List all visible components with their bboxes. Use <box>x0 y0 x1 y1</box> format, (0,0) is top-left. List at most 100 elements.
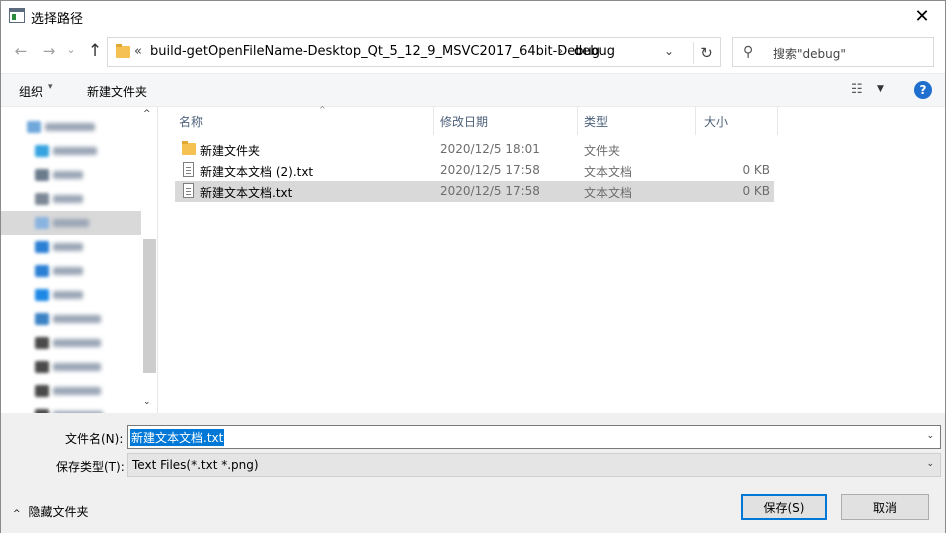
chevron-down-icon[interactable]: ⌄ <box>926 431 934 441</box>
sidebar-item[interactable] <box>1 355 141 379</box>
refresh-button[interactable]: ↻ <box>693 42 719 64</box>
column-header-type[interactable]: 类型 <box>584 107 696 135</box>
command-bar: 组织 ▾ 新建文件夹 ☷ ▼ ? <box>1 73 945 107</box>
close-icon: ✕ <box>914 5 930 27</box>
search-icon: ⚲ <box>743 44 754 60</box>
help-icon: ? <box>919 83 927 97</box>
file-row[interactable]: 新建文本文档 (2).txt 2020/12/5 17:58 文本文档 0 KB <box>175 160 774 181</box>
file-date: 2020/12/5 17:58 <box>440 163 540 177</box>
column-header-date[interactable]: 修改日期 <box>440 107 578 135</box>
sidebar-item[interactable] <box>1 379 141 403</box>
column-header-name[interactable]: ^ 名称 <box>179 105 434 135</box>
sort-ascending-icon: ^ <box>319 105 326 114</box>
chevron-down-icon: ⌄ <box>926 459 934 469</box>
chevron-right-icon[interactable]: › <box>558 44 563 59</box>
sidebar-item-label <box>53 171 83 179</box>
bottom-panel: 文件名(N): 新建文本文档.txt ⌄ 保存类型(T): Text Files… <box>1 413 945 533</box>
column-header-size[interactable]: 大小 <box>704 107 778 135</box>
filetype-select[interactable]: Text Files(*.txt *.png) ⌄ <box>127 453 941 477</box>
sidebar-item-label <box>53 219 89 227</box>
navigation-pane: ^ ⌄ <box>1 107 158 413</box>
filetype-value: Text Files(*.txt *.png) <box>132 458 259 472</box>
close-button[interactable]: ✕ <box>899 1 945 31</box>
title-bar: 选择路径 ✕ <box>1 1 945 31</box>
scroll-up-icon[interactable]: ^ <box>143 109 151 119</box>
sidebar-item-icon <box>35 145 49 157</box>
sidebar-item-icon <box>35 289 49 301</box>
organize-menu[interactable]: 组织 <box>19 83 43 100</box>
up-button[interactable]: ↑ <box>85 41 105 61</box>
hide-folders-toggle[interactable]: ^ 隐藏文件夹 <box>13 503 89 520</box>
sidebar-item-icon <box>35 169 49 181</box>
filename-label: 文件名(N): <box>65 432 124 446</box>
sidebar-item-icon <box>35 313 49 325</box>
sidebar-item[interactable] <box>1 331 141 355</box>
sidebar-item-label <box>53 267 83 275</box>
chevron-down-icon[interactable]: ▼ <box>877 84 884 94</box>
file-row[interactable]: 新建文件夹 2020/12/5 18:01 文件夹 <box>175 139 774 160</box>
file-date: 2020/12/5 17:58 <box>440 184 540 198</box>
file-name: 新建文件夹 <box>200 144 261 158</box>
folder-icon <box>116 44 130 58</box>
chevron-down-icon: ▾ <box>48 82 53 92</box>
view-options-icon[interactable]: ☷ <box>851 82 863 97</box>
file-size: 0 KB <box>742 184 770 198</box>
recent-locations-button[interactable]: ⌄ <box>61 39 81 59</box>
sidebar-item[interactable] <box>1 235 141 259</box>
sidebar-item-icon <box>35 241 49 253</box>
file-type: 文本文档 <box>584 165 633 179</box>
address-bar[interactable]: « build-getOpenFileName-Desktop_Qt_5_12_… <box>107 37 721 67</box>
forward-button[interactable]: → <box>39 41 59 61</box>
sidebar-item[interactable] <box>1 139 141 163</box>
cancel-button[interactable]: 取消 <box>841 494 929 520</box>
file-list: ^ 名称 修改日期 类型 大小 新建文件夹 2020/12/5 18:01 文件… <box>159 105 945 413</box>
search-placeholder: 搜索"debug" <box>773 47 846 61</box>
sidebar-item-icon <box>35 385 49 397</box>
search-input[interactable]: ⚲ 搜索"debug" <box>732 37 934 67</box>
breadcrumb-item[interactable]: build-getOpenFileName-Desktop_Qt_5_12_9_… <box>150 44 600 59</box>
scrollbar-thumb[interactable] <box>143 239 156 373</box>
new-folder-button[interactable]: 新建文件夹 <box>87 83 147 100</box>
sidebar-item-label <box>53 147 97 155</box>
chevron-down-icon[interactable]: ⌄ <box>664 44 674 58</box>
sidebar-item[interactable] <box>1 307 141 331</box>
text-file-icon <box>183 183 194 198</box>
sidebar-item-label <box>53 243 83 251</box>
breadcrumb-overflow-icon[interactable]: « <box>134 44 142 59</box>
sidebar-item[interactable] <box>1 259 141 283</box>
arrow-up-icon: ↑ <box>87 41 103 61</box>
back-button[interactable]: ← <box>11 41 31 61</box>
sidebar-item-label <box>53 387 101 395</box>
sidebar-item[interactable] <box>1 211 141 235</box>
sidebar-item[interactable] <box>1 115 141 139</box>
scroll-down-icon[interactable]: ⌄ <box>143 397 151 407</box>
file-row-selected[interactable]: 新建文本文档.txt 2020/12/5 17:58 文本文档 0 KB <box>175 181 774 202</box>
sidebar-item-icon <box>35 361 49 373</box>
chevron-down-icon: ⌄ <box>66 42 76 56</box>
filetype-label: 保存类型(T): <box>56 460 125 474</box>
save-button[interactable]: 保存(S) <box>741 494 827 520</box>
help-button[interactable]: ? <box>914 81 932 99</box>
refresh-icon: ↻ <box>700 44 713 62</box>
navigation-bar: ← → ⌄ ↑ « build-getOpenFileName-Desktop_… <box>1 31 945 73</box>
folder-icon <box>182 141 196 155</box>
column-label: 类型 <box>584 114 609 129</box>
sidebar-item[interactable] <box>1 187 141 211</box>
sidebar-item[interactable] <box>1 403 141 413</box>
file-date: 2020/12/5 18:01 <box>440 142 540 156</box>
sidebar-item-label <box>53 315 101 323</box>
chevron-up-icon: ^ <box>13 509 21 519</box>
file-type: 文本文档 <box>584 186 633 200</box>
column-label: 修改日期 <box>440 114 489 129</box>
sidebar-item-icon <box>35 217 49 229</box>
app-window-icon <box>9 8 25 23</box>
sidebar-item-icon <box>27 121 41 133</box>
column-label: 大小 <box>704 114 729 129</box>
sidebar-item[interactable] <box>1 163 141 187</box>
filename-input[interactable]: 新建文本文档.txt ⌄ <box>127 425 941 449</box>
file-name: 新建文本文档 (2).txt <box>200 165 314 179</box>
sidebar-item[interactable] <box>1 283 141 307</box>
breadcrumb-item[interactable]: debug <box>574 44 615 59</box>
sidebar-item-label <box>53 339 101 347</box>
column-label: 名称 <box>179 114 204 129</box>
